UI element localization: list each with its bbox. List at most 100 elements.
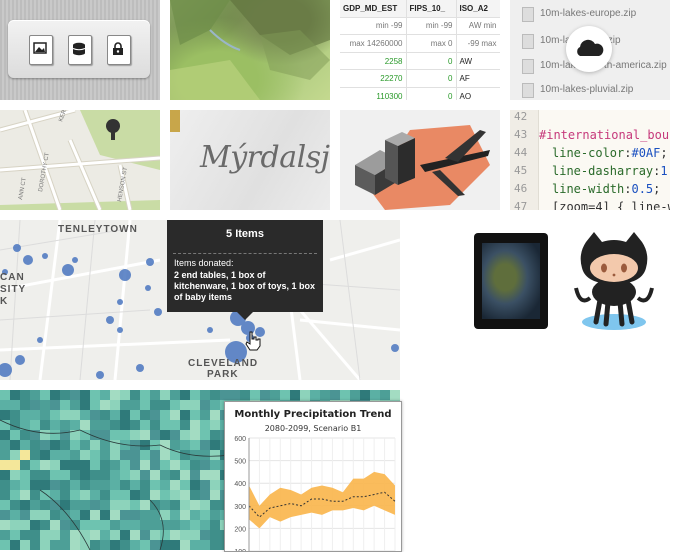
code-line: 42 — [510, 110, 670, 128]
code-value: 0.5 — [631, 182, 654, 196]
table-row: 22270 0 AF — [340, 69, 500, 88]
code-punctuation: ; — [653, 182, 661, 196]
file-list-thumbnail[interactable]: 10m-lakes-europe.zip 10m-lakes-...ic.zip… — [510, 0, 670, 100]
y-tick-label: 300 — [234, 504, 246, 511]
file-name: 10m-lakes-pluvial.zip — [540, 84, 634, 95]
attribute-table: GDP_MD_EST FIPS_10_ ISO_A2 min -99 min -… — [340, 0, 500, 100]
file-icon — [522, 34, 534, 49]
cloud-upload-button[interactable] — [566, 26, 612, 72]
terrain-shading — [170, 0, 330, 100]
table-cell: 0 — [406, 87, 457, 100]
stat-cell: AW min — [456, 17, 500, 36]
octocat-icon — [574, 232, 654, 330]
column-header: FIPS_10_ — [406, 0, 457, 18]
y-tick-label: 400 — [234, 481, 246, 488]
place-label: TENLEYTOWN — [58, 224, 138, 235]
y-tick-label: 200 — [234, 526, 246, 533]
place-label: SITY — [0, 284, 27, 295]
code-line: 44 line-color:#0AF; — [514, 146, 668, 160]
file-icon — [522, 7, 534, 22]
table-row: 2258 0 AW — [340, 52, 500, 71]
attribute-table-thumbnail[interactable]: GDP_MD_EST FIPS_10_ ISO_A2 min -99 min -… — [340, 0, 500, 100]
table-cell: 2258 — [340, 52, 407, 71]
street-grid: KERMIT CT ANN CT DOROTHY CT HENSON ST — [0, 110, 160, 210]
y-tick-label: 600 — [234, 436, 246, 443]
place-label: Mýrdalsjö — [200, 140, 330, 175]
code-line: 45line-dasharray:1, — [510, 164, 670, 182]
column-header: GDP_MD_EST — [340, 0, 407, 18]
tablet-screen — [482, 243, 540, 319]
code-value: #0AF — [631, 146, 661, 160]
donations-map-thumbnail[interactable]: TENLEYTOWN CAN SITY K CLEVELAND PARK 5 I… — [0, 220, 400, 380]
street-map-thumbnail[interactable]: KERMIT CT ANN CT DOROTHY CT HENSON ST — [0, 110, 160, 210]
line-number: 43 — [514, 128, 528, 141]
code-selector: #international_boun — [539, 128, 670, 142]
precipitation-chart: 600 500 400 300 200 100 — [234, 436, 396, 551]
locked-file-icon — [107, 35, 131, 65]
tooltip-body: 2 end tables, 1 box of kitchenware, 1 bo… — [174, 270, 316, 302]
table-cell: 0 — [406, 69, 457, 88]
y-tick-label: 100 — [234, 549, 246, 551]
image-icon — [29, 35, 53, 65]
table-cell: AW — [456, 52, 500, 71]
code-line: 46 line-width:0.5; — [514, 182, 661, 196]
file-icon — [522, 83, 534, 98]
icon-set-thumbnail[interactable] — [0, 0, 160, 100]
code-editor-thumbnail[interactable]: 42 43 #international_boun 44 line-color:#0… — [510, 110, 670, 210]
tooltip-arrow — [237, 312, 253, 320]
list-item: 10m-lakes-pluvial.zip — [510, 79, 670, 100]
table-cell: AF — [456, 69, 500, 88]
tooltip-title: 5 Items — [226, 228, 264, 240]
donation-tooltip: 5 Items Items donated: 2 end tables, 1 b… — [167, 220, 323, 312]
hand-pointer-icon — [245, 331, 261, 351]
code-punctuation: ; — [660, 146, 668, 160]
table-cell: AO — [456, 87, 500, 100]
icon-panel — [8, 20, 150, 78]
3d-scene — [355, 125, 490, 210]
file-icon — [522, 59, 534, 74]
land-patch — [170, 110, 180, 132]
table-cell: 0 — [406, 52, 457, 71]
line-number: 45 — [514, 164, 528, 177]
table-stats-row: min -99 min -99 AW min — [340, 17, 500, 36]
tooltip-divider — [173, 253, 317, 254]
line-number: 44 — [514, 146, 528, 159]
3d-render-thumbnail[interactable] — [340, 110, 500, 210]
table-row: 110300 0 AO — [340, 87, 500, 100]
stat-cell: min -99 — [340, 17, 407, 36]
list-item: 10m-lakes-europe.zip — [510, 3, 670, 25]
code-property: line-color — [552, 146, 625, 160]
tooltip-label: Items donated: — [174, 258, 234, 268]
table-cell: 110300 — [340, 87, 407, 100]
table-stats-row: max 14260000 max 0 -99 max — [340, 34, 500, 53]
place-label: CAN — [0, 272, 25, 283]
place-label: PARK — [207, 369, 239, 380]
place-label: K — [0, 296, 9, 307]
stat-cell: min -99 — [406, 17, 457, 36]
stat-cell: max 14260000 — [340, 34, 407, 53]
code-property: line-dasharray — [552, 164, 654, 178]
tablet-thumbnail[interactable] — [474, 233, 548, 329]
stat-cell: max 0 — [406, 34, 457, 53]
column-header: ISO_A2 — [456, 0, 500, 18]
code-line: 43 #international_boun — [510, 128, 670, 146]
typography-map-thumbnail[interactable]: Mýrdalsjö — [170, 110, 330, 210]
table-cell: 22270 — [340, 69, 407, 88]
stat-cell: -99 max — [456, 34, 500, 53]
code-line: 47 [zoom=4] { line-w — [510, 200, 670, 210]
code-property: line-width — [552, 182, 625, 196]
line-number: 46 — [514, 182, 528, 195]
table-header-row: GDP_MD_EST FIPS_10_ ISO_A2 — [340, 0, 500, 18]
cloud-icon — [577, 39, 604, 56]
terrain-map-thumbnail[interactable] — [170, 0, 330, 100]
octocat-thumbnail[interactable] — [572, 228, 656, 332]
code-text: [zoom=4] { line-w — [552, 200, 670, 210]
line-number: 42 — [514, 110, 528, 123]
precipitation-chart-panel: Monthly Precipitation Trend 2080-2099, S… — [224, 401, 402, 552]
database-icon — [68, 35, 92, 65]
code-value: 1, — [660, 164, 670, 178]
line-number: 47 — [514, 200, 528, 210]
file-name: 10m-lakes-europe.zip — [540, 8, 637, 19]
y-tick-label: 500 — [234, 459, 246, 466]
place-label: CLEVELAND — [188, 358, 259, 369]
